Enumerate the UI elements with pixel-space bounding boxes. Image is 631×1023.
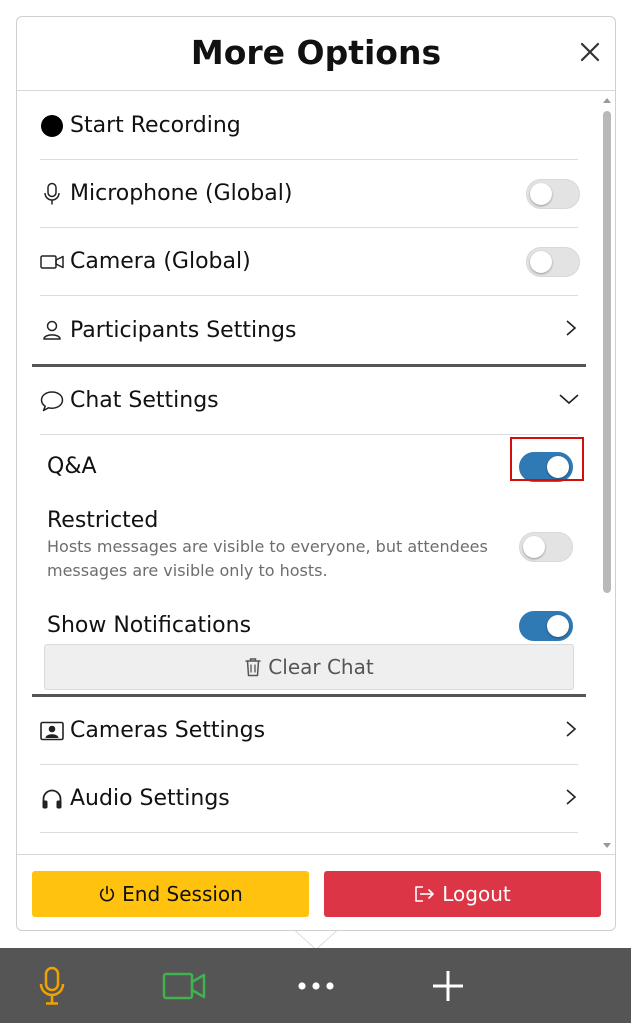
show-notifications-toggle[interactable]	[519, 611, 573, 641]
bottom-toolbar	[0, 948, 631, 1023]
more-options-panel: More Options Start Recording Microphone …	[16, 16, 616, 931]
person-icon	[40, 318, 64, 342]
record-dot-icon	[40, 114, 64, 138]
qa-row: Q&A	[47, 448, 577, 486]
clear-chat-button[interactable]: Clear Chat	[44, 644, 574, 690]
trash-icon	[244, 657, 262, 677]
microphone-global-row: Microphone (Global)	[40, 160, 580, 228]
microphone-global-toggle[interactable]	[526, 178, 580, 209]
logout-button[interactable]: Logout	[324, 871, 601, 917]
toggle-knob	[523, 536, 545, 558]
toggle-switch[interactable]	[526, 178, 580, 209]
toggle-knob	[530, 182, 552, 205]
camera-global-row: Camera (Global)	[40, 228, 580, 296]
start-recording-label: Start Recording	[70, 113, 241, 138]
power-icon	[98, 885, 116, 903]
toolbar-microphone-button[interactable]	[12, 948, 92, 1023]
toggle-switch[interactable]	[519, 532, 573, 562]
chat-settings-label: Chat Settings	[70, 388, 219, 413]
audio-settings-label: Audio Settings	[70, 786, 230, 811]
restricted-row: Restricted Hosts messages are visible to…	[47, 508, 577, 586]
end-session-button[interactable]: End Session	[32, 871, 309, 917]
toggle-switch[interactable]	[519, 611, 573, 641]
toggle-switch[interactable]	[526, 246, 580, 277]
portrait-icon	[40, 719, 64, 743]
toolbar-camera-button[interactable]	[144, 948, 224, 1023]
microphone-global-label: Microphone (Global)	[70, 181, 293, 206]
camera-icon	[162, 972, 206, 999]
scroll-up-arrow-icon[interactable]	[603, 98, 611, 103]
chevron-right-icon	[562, 788, 580, 810]
qa-label: Q&A	[47, 454, 97, 479]
participants-settings-row[interactable]: Participants Settings	[40, 296, 578, 364]
toolbar-add-button[interactable]	[408, 948, 488, 1023]
cameras-settings-row[interactable]: Cameras Settings	[40, 697, 578, 765]
close-icon	[580, 42, 600, 62]
toolbar-more-button[interactable]	[276, 948, 356, 1023]
clear-chat-label: Clear Chat	[268, 655, 374, 679]
highlight-box	[510, 437, 584, 481]
panel-footer: End Session Logout	[17, 854, 615, 930]
chat-bubble-icon	[40, 389, 64, 413]
show-notifications-row: Show Notifications	[47, 606, 577, 646]
popover-pointer	[296, 931, 336, 949]
show-notifications-label: Show Notifications	[47, 613, 252, 638]
end-session-label: End Session	[122, 882, 243, 906]
microphone-icon	[39, 966, 65, 1005]
cameras-settings-label: Cameras Settings	[70, 718, 266, 743]
logout-label: Logout	[442, 882, 511, 906]
chevron-right-icon	[562, 720, 580, 742]
microphone-icon	[40, 182, 64, 206]
toggle-knob	[530, 250, 552, 273]
restricted-toggle[interactable]	[519, 532, 573, 562]
chevron-down-icon	[558, 390, 580, 412]
scroll-down-arrow-icon[interactable]	[603, 843, 611, 848]
more-dots-icon	[298, 981, 334, 990]
participants-settings-label: Participants Settings	[70, 317, 297, 343]
restricted-label: Restricted	[47, 508, 159, 533]
chevron-right-icon	[562, 319, 580, 341]
camera-global-toggle[interactable]	[526, 246, 580, 277]
scrollbar-thumb[interactable]	[603, 111, 611, 593]
camera-global-label: Camera (Global)	[70, 249, 251, 274]
audio-settings-row[interactable]: Audio Settings	[40, 765, 578, 833]
headphones-icon	[40, 787, 64, 811]
panel-header: More Options	[17, 17, 615, 91]
toggle-knob	[547, 615, 569, 637]
camera-icon	[40, 250, 64, 274]
close-button[interactable]	[579, 41, 601, 63]
scrollbar[interactable]	[601, 95, 613, 851]
restricted-description: Hosts messages are visible to everyone, …	[47, 537, 488, 580]
plus-icon	[433, 970, 463, 1001]
chat-settings-row[interactable]: Chat Settings	[40, 367, 580, 435]
start-recording-row[interactable]: Start Recording	[40, 92, 578, 160]
logout-icon	[414, 885, 436, 903]
panel-title: More Options	[190, 33, 442, 72]
